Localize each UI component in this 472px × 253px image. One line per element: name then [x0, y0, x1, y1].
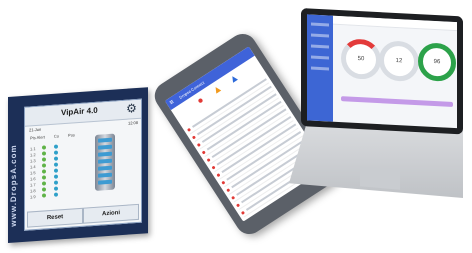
column-header: Pos: [68, 132, 75, 138]
column-header: Co: [53, 133, 60, 139]
status-dot: [54, 192, 58, 197]
row-label: 1.7: [30, 181, 36, 187]
row-label: 1.6: [30, 175, 36, 181]
sidebar-item[interactable]: [311, 22, 329, 27]
status-dot: [42, 145, 46, 150]
status-dot: [54, 168, 58, 173]
distributor-slot: [98, 172, 112, 178]
distributor-graphic: [95, 133, 115, 191]
azioni-button[interactable]: Azioni: [83, 203, 139, 224]
alert-marker: [191, 134, 196, 140]
status-dot: [54, 150, 58, 155]
gauge-red: 50: [341, 38, 381, 81]
gauge-grey: 12: [379, 40, 419, 83]
alert-marker: [211, 165, 216, 170]
alert-marker: [240, 210, 245, 215]
status-dot: [54, 162, 58, 167]
status-dot: [42, 151, 46, 156]
status-dot: [54, 156, 58, 161]
alert-marker: [216, 172, 221, 177]
distributor-slot: [98, 179, 112, 185]
alert-marker: [225, 187, 231, 192]
status-dot: [54, 180, 58, 185]
distributor-slot: [98, 144, 112, 150]
row-label: 1.3: [30, 157, 36, 163]
alert-marker: [201, 149, 206, 155]
menu-icon[interactable]: ≡: [168, 99, 175, 107]
screen-title: VipAir 4.0: [61, 105, 98, 118]
row-label: 1.8: [30, 187, 36, 193]
status-dot: [42, 163, 46, 168]
gear-icon[interactable]: ⚙: [125, 101, 138, 116]
status-dot: [42, 169, 46, 174]
status-dot: [42, 181, 46, 186]
alert-marker: [196, 142, 201, 147]
screen-time: 12:08: [127, 119, 138, 126]
status-dot: [42, 193, 46, 198]
row-label: 1.1: [30, 145, 36, 151]
progress-band: [341, 96, 453, 107]
distributor-slot: [98, 165, 112, 171]
row-label: 1.9: [30, 193, 36, 199]
row-label: 1.4: [30, 163, 36, 169]
sidebar-item[interactable]: [311, 33, 329, 38]
panel-screen: VipAir 4.0 ⚙ 21-Jun 12:08 Pts Alert Co P…: [24, 98, 142, 231]
column-header: Pts Alert: [30, 134, 45, 141]
reset-button[interactable]: Reset: [27, 207, 83, 228]
gauge-green: 96: [418, 42, 456, 83]
distributor-slot: [98, 137, 112, 143]
screen-rows: 1.1 1.2 1.3 1.4 1.5 1.6 1.7 1.8 1.9: [30, 138, 140, 200]
laptop-touchpad: [360, 166, 400, 190]
alert-marker: [206, 157, 211, 162]
screen-header: VipAir 4.0 ⚙: [25, 99, 141, 127]
status-dot: [42, 187, 46, 192]
control-panel: www.DropsA.com VipAir 4.0 ⚙ 21-Jun 12:08…: [8, 87, 148, 244]
alert-marker: [186, 127, 191, 132]
laptop-sidebar: [307, 14, 333, 122]
alert-marker: [221, 180, 226, 185]
row-label: 1.2: [30, 151, 36, 157]
panel-brand: www.DropsA.com: [9, 144, 18, 228]
alert-marker: [230, 195, 235, 200]
status-dot: [54, 144, 58, 149]
distributor-slot: [98, 151, 112, 157]
laptop-lid: 50 12 96: [301, 8, 463, 135]
screen-date: 21-Jun: [29, 126, 42, 133]
sidebar-item[interactable]: [311, 55, 329, 60]
status-dot: [54, 186, 58, 191]
sidebar-item[interactable]: [311, 44, 329, 49]
sidebar-item[interactable]: [311, 66, 329, 71]
status-dot: [42, 157, 46, 162]
laptop-topbar: [333, 15, 457, 32]
status-dot: [42, 175, 46, 180]
alert-marker: [235, 202, 240, 207]
row-label: 1.5: [30, 169, 36, 175]
laptop-screen: 50 12 96: [307, 14, 457, 129]
distributor-slots: [98, 137, 112, 188]
distributor-slot: [98, 158, 112, 164]
status-dot: [54, 174, 58, 179]
